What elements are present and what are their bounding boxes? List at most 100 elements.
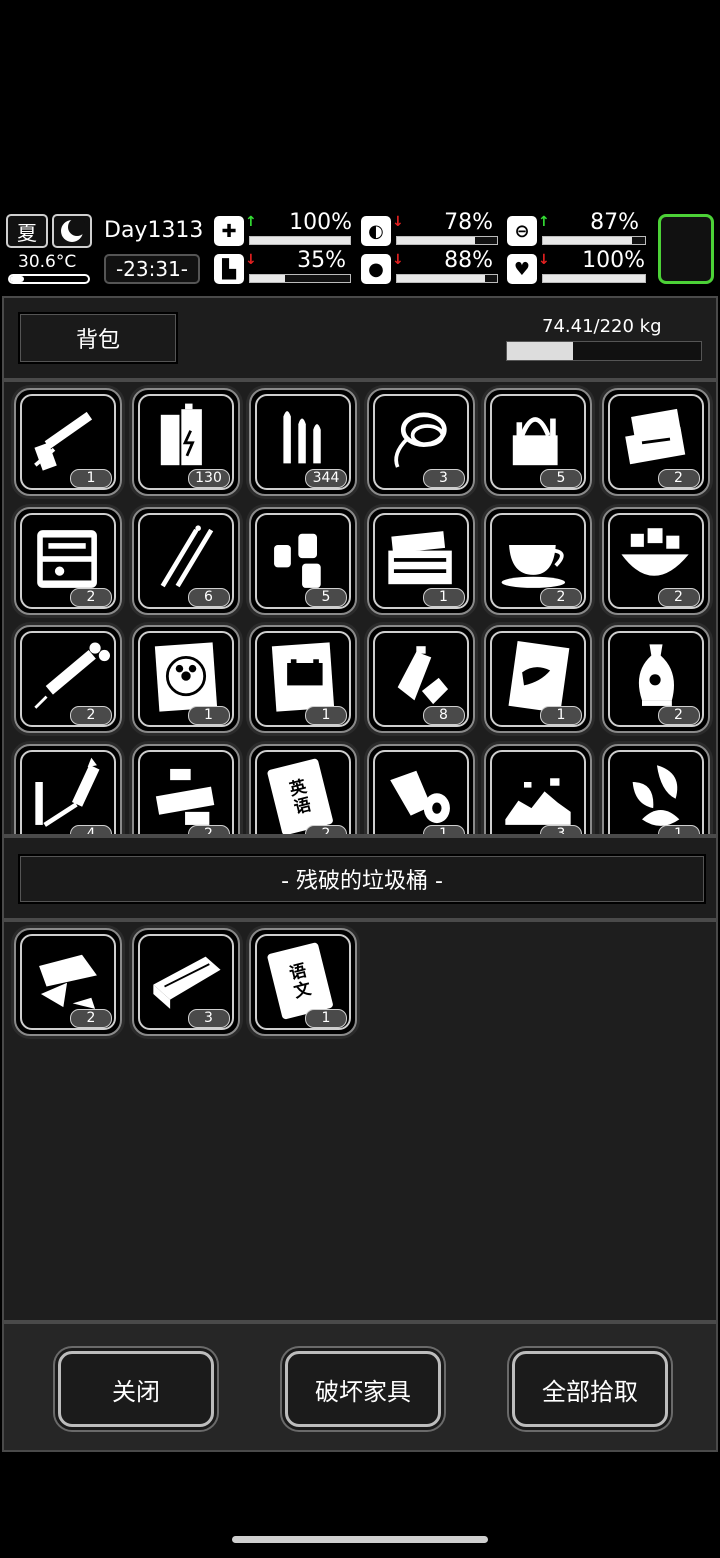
inventory-slot[interactable]: 语文1 [249,928,357,1036]
item-count: 1 [305,1009,347,1028]
thermometer-box: 30.6°C [6,252,92,286]
stamina-trend-down-icon: ↓ [245,252,257,268]
item-count: 130 [187,469,230,488]
day-label: Day1313 [104,218,204,243]
inventory-slot[interactable]: 2 [14,928,122,1036]
backpack-tab[interactable]: 背包 [18,312,178,364]
mint-leaves-icon [632,764,679,826]
inventory-slot[interactable]: 3 [366,388,475,496]
inventory-slot[interactable]: 英语2 [249,743,357,834]
inventory-slot[interactable]: 5 [249,506,357,615]
home-indicator[interactable] [232,1536,488,1543]
inventory-slot[interactable]: 2 [484,506,592,615]
temperature-label: 30.6°C [18,252,77,272]
take-all-button-label: 全部拾取 [542,1377,638,1406]
take-all-button[interactable]: 全部拾取 [512,1351,668,1427]
status-hud: 夏 30.6°C Day1313 -23:31- ✚ ↑ 100% ◐ ↓ 78… [0,210,720,292]
english-book-icon: 英语 [267,758,333,834]
soldering-iron-icon [35,757,100,827]
hunger-bar [396,236,498,245]
moon-icon [52,214,92,248]
inventory-slot[interactable]: 3 [131,928,240,1036]
item-count: 3 [187,1009,230,1028]
inventory-slot[interactable]: 1 [484,625,592,733]
sleep-value: 87% [590,210,639,235]
inventory-slot[interactable]: 130 [131,388,240,496]
health-bar [249,236,351,245]
health-value: 100% [289,210,352,235]
inventory-slot[interactable]: 1 [249,625,357,733]
medkit-icon: ✚ [214,216,244,246]
item-count: 1 [70,469,112,488]
inventory-slot[interactable]: 1 [366,743,475,834]
weight-bar [506,341,702,361]
backpack-header: 背包 74.41/220 kg [2,296,718,380]
thirst-value: 88% [444,248,493,273]
boot-icon: ▙ [214,254,244,284]
health-trend-up-icon: ↑ [245,214,257,230]
destroy-button-label: 破坏家具 [315,1377,411,1406]
sleep-trend-up-icon: ↑ [538,214,550,230]
item-count: 2 [540,587,582,607]
container-header: - 残破的垃圾桶 - [2,836,718,920]
inventory-slot[interactable]: 1 [366,506,475,615]
item-count: 2 [187,824,230,834]
stamina-value: 35% [297,248,346,273]
day-box: Day1313 [100,214,204,248]
container-title-bar: - 残破的垃圾桶 - [18,854,706,904]
container-title: - 残破的垃圾桶 - [281,869,443,894]
inventory-slot[interactable]: 344 [249,388,357,496]
inventory-slot[interactable]: 1 [14,388,122,496]
backpack-label: 背包 [75,328,120,353]
inventory-slot[interactable]: 1 [601,743,710,834]
bandage-roll-icon [389,770,450,823]
thirst-trend-down-icon: ↓ [392,252,404,268]
inventory-slot[interactable]: 2 [131,743,240,834]
item-count: 1 [422,824,465,834]
item-count: 2 [70,587,112,607]
inventory-slot[interactable]: 5 [484,388,592,496]
inventory-slot[interactable]: 4 [14,743,122,834]
time-label: -23:31- [115,257,189,281]
inventory-slot[interactable]: 6 [131,506,240,615]
item-count: 344 [305,469,347,488]
item-count: 2 [657,469,700,488]
item-count: 2 [70,706,112,725]
circuit-parts-icon [155,768,214,825]
item-count: 5 [305,587,347,607]
item-count: 1 [422,587,465,607]
inventory-slot[interactable]: 2 [14,625,122,733]
stamina-bar [249,274,351,283]
item-count: 5 [540,469,582,488]
item-count: 2 [657,587,700,607]
inventory-slot[interactable]: 2 [601,625,710,733]
thirst-bar [396,274,498,283]
thermometer-icon [8,274,90,284]
item-count: 6 [187,587,230,607]
inventory-slot[interactable]: 8 [366,625,475,733]
inventory-slot[interactable]: 3 [484,743,592,834]
season-label: 夏 [17,220,37,245]
mood-bar [542,274,646,283]
item-count: 1 [657,824,700,834]
action-bar: 关闭 破坏家具 全部拾取 [2,1322,718,1452]
inventory-slot[interactable]: 2 [14,506,122,615]
inventory-slot[interactable]: 1 [131,625,240,733]
item-count: 2 [657,706,700,725]
hunger-trend-down-icon: ↓ [392,214,404,230]
item-count: 2 [70,1009,112,1028]
item-count: 4 [70,824,112,834]
inventory-slot[interactable]: 2 [601,506,710,615]
equipment-slot[interactable] [658,214,714,284]
item-count: 1 [540,706,582,725]
item-count: 1 [187,706,230,725]
rubble-icon [505,777,571,825]
inventory-slot[interactable]: 2 [601,388,710,496]
weight-label: 74.41/220 kg [542,316,662,337]
item-count: 3 [422,469,465,488]
item-count: 8 [422,706,465,725]
destroy-furniture-button[interactable]: 破坏家具 [285,1351,441,1427]
close-button-label: 关闭 [112,1377,160,1406]
close-button[interactable]: 关闭 [58,1351,214,1427]
season-indicator: 夏 [6,214,48,248]
